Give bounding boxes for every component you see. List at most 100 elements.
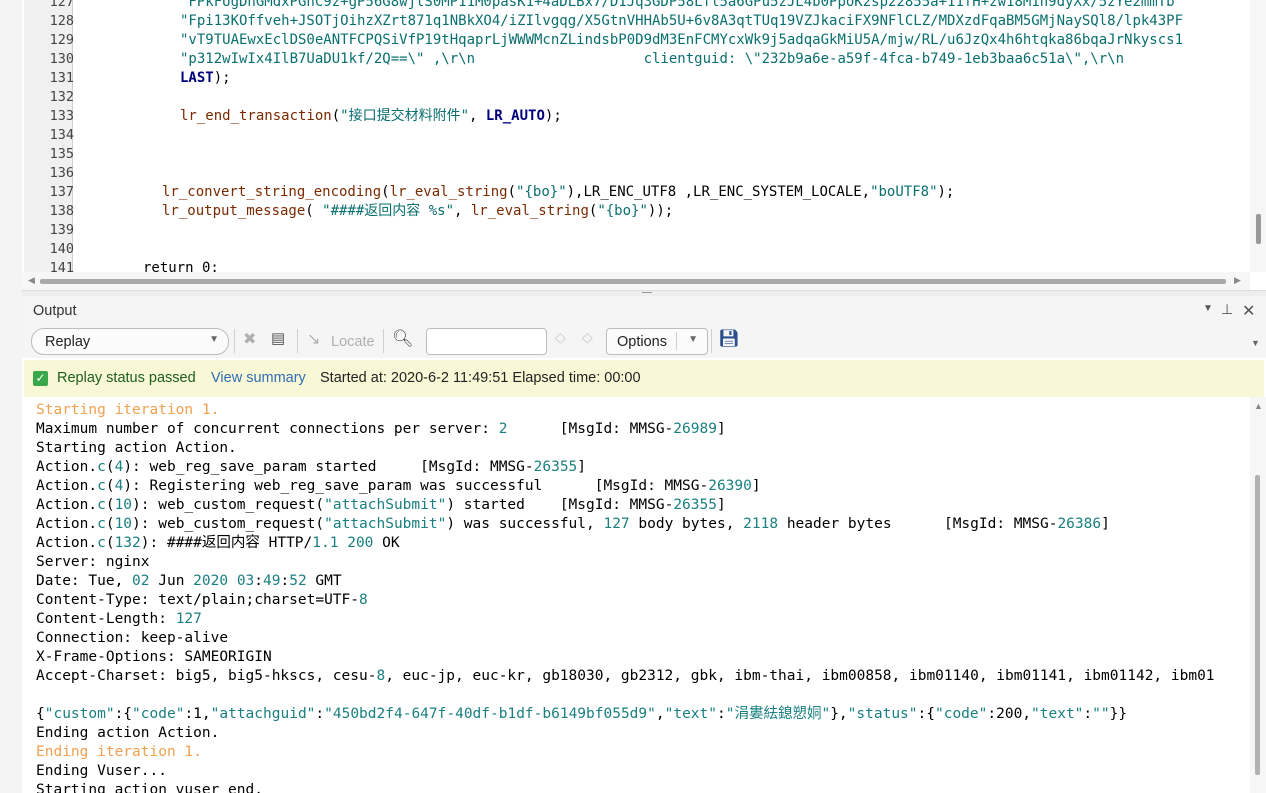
toolbar-overflow-icon[interactable]: ▼ xyxy=(1251,338,1260,348)
code-line[interactable]: 128 "Fpi13KOffveh+JSOTjOihzXZrt871q1NBkXO… xyxy=(22,12,1244,31)
clear-icon[interactable]: ✖ xyxy=(243,329,256,349)
log-segment: :200, xyxy=(987,706,1032,722)
line-number: 133 xyxy=(49,108,74,124)
log-segment: ( xyxy=(105,459,115,475)
log-line: Date: Tue, 02 Jun 2020 03:49:52 GMT xyxy=(36,572,342,591)
search-input[interactable] xyxy=(426,328,547,355)
code-token: ); xyxy=(213,70,231,86)
log-vertical-scrollbar[interactable]: ▲ xyxy=(1250,397,1266,793)
log-segment: "code" xyxy=(132,706,185,722)
scroll-up-arrow-icon[interactable]: ▲ xyxy=(1254,401,1263,411)
log-segment: { xyxy=(36,706,45,722)
code-text: lr_end_transaction("接口提交材料附件", LR_AUTO); xyxy=(180,107,562,126)
log-segment: :1, xyxy=(184,706,211,722)
code-token: , xyxy=(454,203,471,219)
code-line[interactable]: 133 lr_end_transaction("接口提交材料附件", LR_AUT… xyxy=(22,107,1244,126)
editor-vertical-scroll-thumb[interactable] xyxy=(1256,214,1261,244)
output-source-select[interactable]: Replay ▼ xyxy=(31,328,229,355)
script-editor[interactable]: 127 "FPkFUgDhGMdxPGhC9z+gP56G8wjtS0MP11M0… xyxy=(22,0,1266,290)
code-line[interactable]: 127 "FPkFUgDhGMdxPGhC9z+gP56G8wjtS0MP11M0… xyxy=(22,0,1244,12)
scroll-right-arrow-icon[interactable]: ▶ xyxy=(1234,275,1241,286)
options-dropdown[interactable]: Options ▼ xyxy=(606,328,708,355)
log-segment: 2118 xyxy=(743,516,779,532)
line-number: 135 xyxy=(49,146,74,162)
code-token: "Fpi13KOffveh+JSOTjOihzXZrt871q1NBkXO4/i… xyxy=(180,13,1184,29)
log-segment: header bytes [MsgId: MMSG- xyxy=(778,516,1058,532)
pin-icon[interactable]: ⊥ xyxy=(1221,301,1233,318)
code-line[interactable]: 130 "p312wIwIx4IlB7UaDU1kf/2Q==\" ,\r\n c… xyxy=(22,50,1244,69)
log-segment: 1.1 xyxy=(312,535,339,551)
log-segment: Ending Vuser... xyxy=(36,763,167,779)
code-line[interactable]: 138 lr_output_message( "####返回内容 %s", lr_… xyxy=(22,202,1244,221)
log-segment: Starting action vuser_end. xyxy=(36,782,263,793)
code-token: "FPkFUgDhGMdxPGhC9z+gP56G8wjtS0MP11M0pas… xyxy=(180,0,1175,10)
line-number: 129 xyxy=(49,32,74,48)
log-segment: ] xyxy=(751,478,761,494)
code-line[interactable]: 140 xyxy=(22,240,1244,259)
log-segment: "attachguid" xyxy=(210,706,316,722)
editor-horizontal-scrollbar[interactable]: ◀ ▶ xyxy=(22,272,1250,290)
editor-vertical-scrollbar[interactable] xyxy=(1250,0,1266,272)
output-view-icon[interactable]: ▤ xyxy=(271,329,285,347)
find-previous-icon[interactable]: ◇ xyxy=(555,329,566,346)
log-segment: Action. xyxy=(36,535,98,551)
log-segment: Server: nginx xyxy=(36,554,150,570)
log-line: Action.c(4): Registering web_reg_save_pa… xyxy=(36,477,761,496)
save-icon[interactable]: 💾︎ xyxy=(718,329,740,349)
code-token: ( xyxy=(305,203,323,219)
log-segment: "" xyxy=(1092,706,1110,722)
code-token: ),LR_ENC_UTF8 ,LR_ENC_SYSTEM_LOCALE, xyxy=(566,184,871,200)
log-segment: , xyxy=(655,706,665,722)
log-segment: 02 xyxy=(132,573,150,589)
search-icon[interactable]: 🔍︎ xyxy=(392,329,414,349)
panel-menu-chevron-icon[interactable]: ▼ xyxy=(1203,303,1213,314)
code-line[interactable]: 129 "vT9TUAEwxEclDS0eANTFCPQSiVfP19tHqapr… xyxy=(22,31,1244,50)
code-token: "{bo}" xyxy=(597,203,648,219)
code-line[interactable]: 134 xyxy=(22,126,1244,145)
view-summary-link[interactable]: View summary xyxy=(211,370,306,386)
log-segment: Starting action Action. xyxy=(36,440,237,456)
log-line: {"custom":{"code":1,"attachguid":"450bd2… xyxy=(36,705,1127,724)
code-token: "p312wIwIx4IlB7UaDU1kf/2Q==\" ,\r\n clie… xyxy=(180,51,1125,67)
log-segment: ): Registering web_reg_save_param was su… xyxy=(123,478,709,494)
log-segment: "text" xyxy=(664,706,717,722)
log-line: Action.c(132): ####返回内容 HTTP/1.1 200 OK xyxy=(36,534,400,553)
code-line[interactable]: 132 xyxy=(22,88,1244,107)
left-dock-strip xyxy=(0,0,23,793)
code-token: ( xyxy=(507,184,517,200)
output-panel: Output ▼ ⊥ ✕ Replay ▼ ✖ ▤ ↘ Locate 🔍︎ ◇ … xyxy=(22,296,1266,793)
code-token: ); xyxy=(937,184,955,200)
log-segment: 10 xyxy=(114,497,133,513)
log-segment: "attachSubmit" xyxy=(324,497,447,513)
replay-timing-text: Started at: 2020-6-2 11:49:51 Elapsed ti… xyxy=(320,370,641,386)
code-line[interactable]: 135 xyxy=(22,145,1244,164)
replay-log[interactable]: Starting iteration 1. Maximum number of c… xyxy=(22,397,1250,793)
close-icon[interactable]: ✕ xyxy=(1242,301,1255,321)
line-number: 130 xyxy=(49,51,74,67)
editor-horizontal-scroll-thumb[interactable] xyxy=(40,279,1226,284)
log-vertical-scroll-thumb[interactable] xyxy=(1255,475,1260,775)
scroll-left-arrow-icon[interactable]: ◀ xyxy=(28,275,35,286)
log-segment: : xyxy=(315,706,325,722)
code-text: "vT9TUAEwxEclDS0eANTFCPQSiVfP19tHqaprLjW… xyxy=(180,31,1183,50)
code-token: "vT9TUAEwxEclDS0eANTFCPQSiVfP19tHqaprLjW… xyxy=(180,32,1184,48)
log-segment: 26355 xyxy=(533,459,578,475)
log-segment: Action. xyxy=(36,459,98,475)
log-segment: Content-Type: text/plain;charset=UTF- xyxy=(36,592,360,608)
code-line[interactable]: 139 xyxy=(22,221,1244,240)
log-segment: 200 xyxy=(347,535,374,551)
log-segment: ] xyxy=(1101,516,1110,532)
log-segment: c xyxy=(97,459,106,475)
log-segment: ): web_custom_request( xyxy=(132,497,325,513)
code-text: "Fpi13KOffveh+JSOTjOihzXZrt871q1NBkXO4/i… xyxy=(180,12,1183,31)
find-next-icon[interactable]: ◇ xyxy=(582,329,593,346)
code-line[interactable]: 136 xyxy=(22,164,1244,183)
code-line[interactable]: 137 lr_convert_string_encoding(lr_eval_st… xyxy=(22,183,1244,202)
code-token: "{bo}" xyxy=(516,184,567,200)
log-segment: 8 xyxy=(359,592,368,608)
locate-icon[interactable]: ↘ xyxy=(307,329,320,349)
replay-status-text: Replay status passed xyxy=(57,370,196,386)
locate-button[interactable]: Locate xyxy=(331,334,375,350)
code-token: ( xyxy=(331,108,341,124)
code-line[interactable]: 131 LAST); xyxy=(22,69,1244,88)
